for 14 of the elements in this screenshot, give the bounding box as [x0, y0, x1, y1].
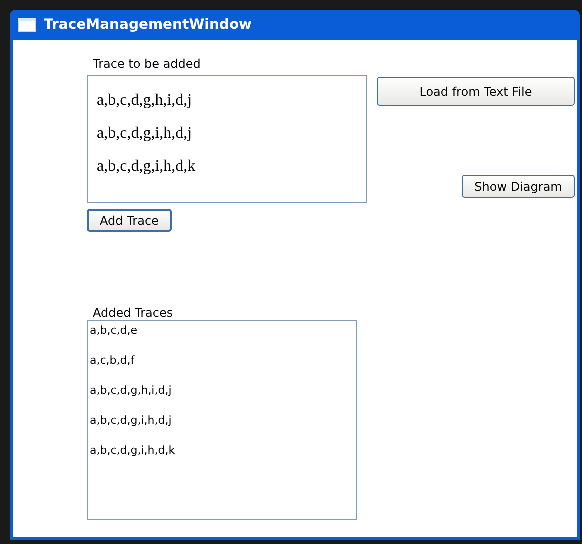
- list-item[interactable]: a,c,b,d,f: [90, 353, 135, 369]
- list-item[interactable]: a,b,c,d,g,i,h,d,k: [90, 443, 176, 459]
- list-item[interactable]: a,b,c,d,g,h,i,d,j: [90, 383, 172, 399]
- list-item[interactable]: a,b,c,d,g,i,h,d,j: [90, 413, 172, 429]
- window-icon: [18, 18, 36, 32]
- add-trace-button[interactable]: Add Trace: [87, 209, 172, 232]
- field-label: Trace to be added: [93, 57, 202, 71]
- list-item[interactable]: a,b,c,d,e: [90, 323, 138, 339]
- window-title: TraceManagementWindow: [44, 16, 252, 34]
- show-diagram-button[interactable]: Show Diagram: [462, 175, 575, 198]
- added-traces-list[interactable]: a,b,c,d,e a,c,b,d,f a,b,c,d,g,h,i,d,j a,b,c,d,g,i,h,d,j a,b,c,d,g,i,h,d,k: [87, 320, 357, 520]
- list-label: Added Traces: [93, 306, 174, 320]
- load-file-button[interactable]: Load from Text File: [377, 77, 575, 106]
- trace-input-field[interactable]: a,b,c,d,g,h,i,d,j a,b,c,d,g,i,h,d,j a,b,c,d,g,i,h,d,k: [87, 75, 367, 203]
